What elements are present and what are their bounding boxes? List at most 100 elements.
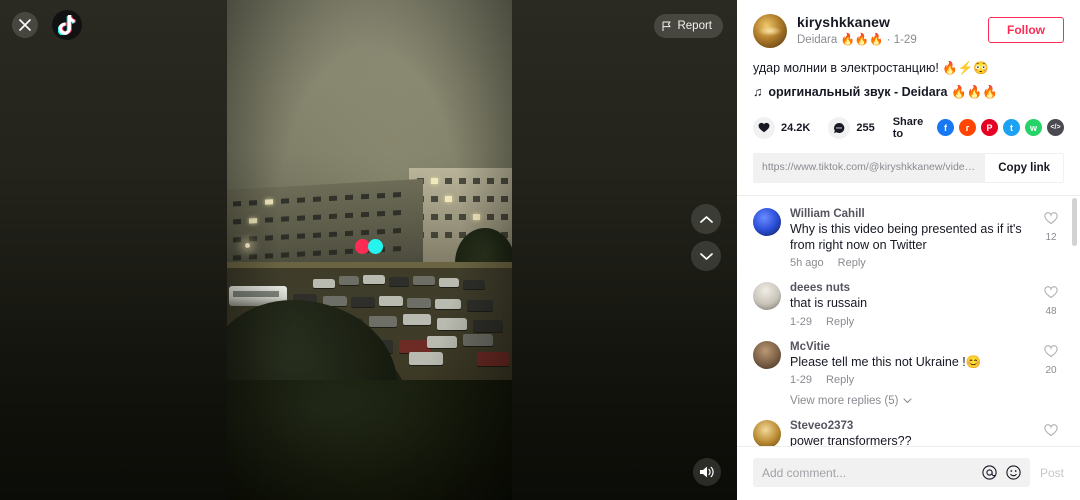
author-avatar[interactable]	[753, 14, 787, 48]
view-more-replies-button[interactable]: View more replies (5)	[790, 395, 1064, 407]
comment-input-wrapper[interactable]	[753, 458, 1030, 487]
post-date: 1-29	[893, 34, 917, 46]
link-row: https://www.tiktok.com/@kiryshkkanew/vid…	[753, 152, 1064, 183]
comment-body: William Cahill Why is this video being p…	[790, 208, 1038, 270]
share-whatsapp-icon[interactable]: w	[1025, 119, 1042, 137]
tiktok-logo-icon	[58, 15, 76, 35]
comment-like-count: 48	[1045, 306, 1057, 318]
comment-input[interactable]	[762, 465, 974, 480]
loading-dot-cyan	[368, 239, 383, 254]
comment-like-count: 12	[1045, 231, 1057, 243]
share-reddit-icon[interactable]: r	[959, 119, 976, 137]
comment-text: Why is this video being presented as if …	[790, 221, 1022, 253]
chevron-up-icon	[699, 215, 713, 223]
flag-icon	[662, 21, 671, 31]
author-nickname: Deidara	[797, 34, 838, 46]
video-frame[interactable]	[227, 0, 512, 500]
comment-bubble-icon	[828, 116, 851, 139]
comment-time: 1-29	[790, 373, 813, 386]
music-label: оригинальный звук - Deidara 🔥🔥🔥	[768, 84, 998, 99]
comment-item: McVitie Please tell me this not Ukraine …	[753, 340, 1064, 386]
author-row: kiryshkkanew Deidara 🔥🔥🔥 · 1-29 Follow	[753, 14, 1064, 48]
comment-author[interactable]: McVitie	[790, 341, 1038, 353]
author-separator: ·	[886, 34, 891, 46]
comment-text: power transformers??	[790, 433, 912, 446]
heart-outline-icon	[1044, 211, 1058, 224]
author-meta: kiryshkkanew Deidara 🔥🔥🔥 · 1-29	[797, 14, 988, 46]
comment-author[interactable]: Steveo2373	[790, 420, 1038, 432]
comment-time: 5h ago	[790, 257, 824, 270]
video-url[interactable]: https://www.tiktok.com/@kiryshkkanew/vid…	[753, 152, 985, 183]
comment-author[interactable]: deees nuts	[790, 282, 1038, 294]
comments-list[interactable]: William Cahill Why is this video being p…	[737, 195, 1080, 446]
comment-text: that is russain	[790, 296, 868, 311]
comment-body: Steveo2373 power transformers??	[790, 420, 1038, 446]
comment-body: deees nuts that is russain 1-29 Reply	[790, 282, 1038, 327]
volume-icon	[700, 466, 714, 478]
comment-like-count: 20	[1045, 364, 1057, 376]
tiktok-video-modal: Report kiryshkkanew Deidara 🔥🔥🔥 · 1-29 F…	[0, 0, 1080, 500]
stats-row: 24.2K 255 Share to f r P t w </>	[753, 116, 1064, 140]
comment-reply-button[interactable]: Reply	[838, 257, 866, 269]
heart-icon	[753, 116, 775, 139]
comment-text: Please tell me this not Ukraine !😊	[790, 354, 982, 369]
loading-indicator	[355, 239, 383, 254]
heart-outline-icon	[1044, 423, 1058, 436]
copy-link-button[interactable]: Copy link	[984, 152, 1064, 183]
emoji-icon[interactable]	[1006, 465, 1021, 480]
share-pinterest-icon[interactable]: P	[981, 119, 998, 137]
comment-like-button[interactable]	[1038, 420, 1064, 446]
report-button[interactable]: Report	[654, 14, 723, 38]
comment-reply-button[interactable]: Reply	[826, 316, 854, 328]
video-pane[interactable]: Report	[0, 0, 737, 500]
panel-header: kiryshkkanew Deidara 🔥🔥🔥 · 1-29 Follow у…	[737, 0, 1080, 195]
comment-input-icons	[982, 465, 1021, 480]
like-stat[interactable]: 24.2K	[753, 116, 811, 139]
share-twitter-icon[interactable]: t	[1003, 119, 1020, 137]
volume-button[interactable]	[693, 458, 721, 486]
at-icon[interactable]	[982, 465, 997, 480]
comment-like-button[interactable]: 48	[1038, 282, 1064, 327]
post-comment-button[interactable]: Post	[1040, 466, 1064, 480]
like-count: 24.2K	[781, 121, 811, 134]
comment-stat[interactable]: 255	[828, 116, 875, 139]
share-facebook-icon[interactable]: f	[937, 119, 954, 137]
chevron-down-icon	[699, 252, 713, 260]
foliage-bottom	[227, 380, 512, 500]
tiktok-logo-button[interactable]	[52, 10, 82, 40]
comment-item: deees nuts that is russain 1-29 Reply 48	[753, 282, 1064, 328]
comment-like-button[interactable]: 20	[1038, 341, 1064, 386]
comment-avatar[interactable]	[753, 207, 781, 236]
comment-count: 255	[856, 121, 875, 134]
next-video-button[interactable]	[691, 241, 721, 271]
comment-meta: 1-29 Reply	[790, 316, 1038, 328]
comment-compose-bar: Post	[737, 446, 1080, 500]
post-caption: удар молнии в электростанцию! 🔥⚡️😳	[753, 61, 989, 75]
comment-like-button[interactable]: 12	[1038, 208, 1064, 270]
street-light	[245, 243, 250, 248]
comment-avatar[interactable]	[753, 282, 781, 311]
view-more-replies-label: View more replies (5)	[790, 394, 899, 407]
close-button[interactable]	[12, 12, 38, 38]
comment-meta: 1-29 Reply	[790, 374, 1038, 386]
previous-video-button[interactable]	[691, 204, 721, 234]
scrollbar-thumb[interactable]	[1072, 197, 1077, 246]
comment-avatar[interactable]	[753, 419, 781, 446]
comment-reply-button[interactable]: Reply	[826, 374, 854, 386]
comments-scrollbar[interactable]	[1072, 197, 1077, 446]
share-icons: f r P t w </>	[937, 119, 1064, 137]
comment-body: McVitie Please tell me this not Ukraine …	[790, 341, 1038, 386]
share-embed-icon[interactable]: </>	[1047, 119, 1064, 137]
music-note-icon: ♫	[753, 85, 763, 100]
comment-avatar[interactable]	[753, 340, 781, 369]
comment-meta: 5h ago Reply	[790, 257, 1038, 269]
follow-button[interactable]: Follow	[988, 17, 1064, 43]
author-nickname-emoji: 🔥🔥🔥	[840, 34, 884, 46]
share-label: Share to	[892, 115, 924, 140]
comment-item: William Cahill Why is this video being p…	[753, 207, 1064, 270]
sky	[227, 0, 512, 190]
heart-outline-icon	[1044, 286, 1058, 299]
comment-author[interactable]: William Cahill	[790, 208, 1038, 220]
author-username[interactable]: kiryshkkanew	[797, 14, 988, 30]
music-row[interactable]: ♫ оригинальный звук - Deidara 🔥🔥🔥	[753, 85, 1064, 100]
